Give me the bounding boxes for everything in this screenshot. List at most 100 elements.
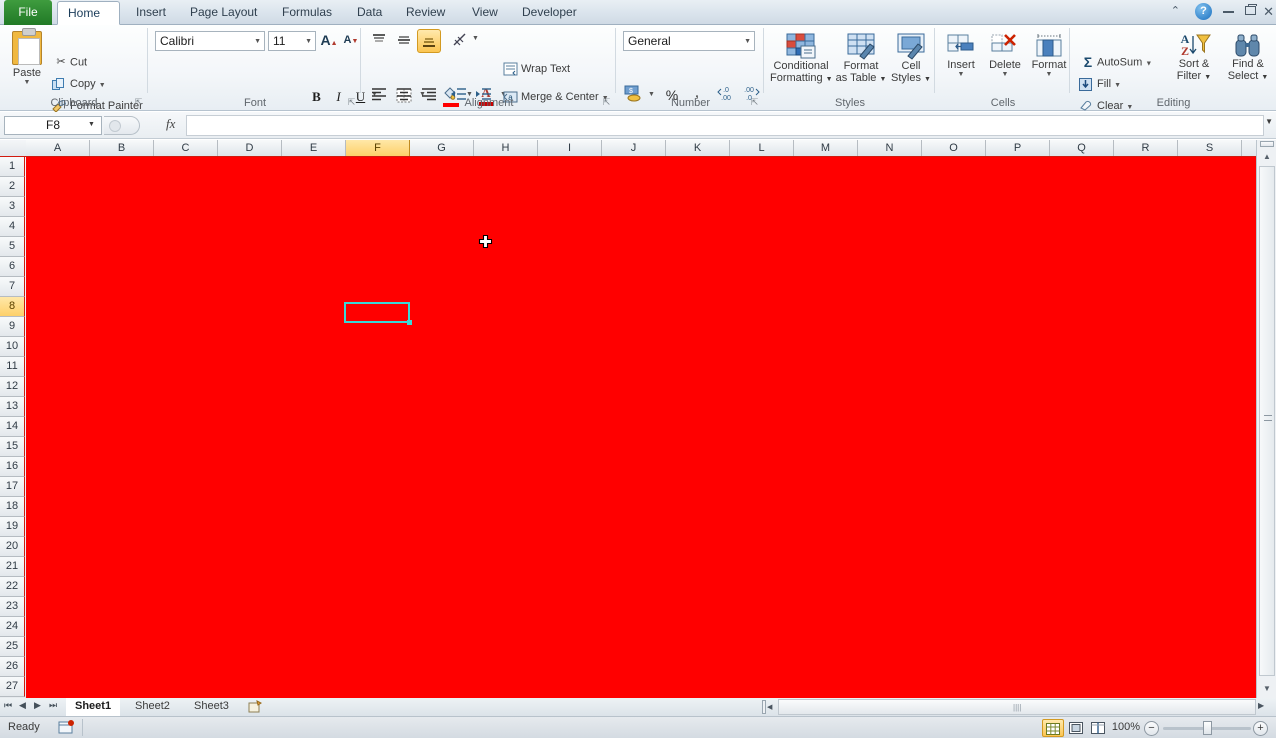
delete-dropdown-icon[interactable]: ▼ — [983, 71, 1027, 78]
row-header-26[interactable]: 26 — [0, 657, 25, 677]
row-header-7[interactable]: 7 — [0, 277, 25, 297]
row-header-6[interactable]: 6 — [0, 257, 25, 277]
row-header-20[interactable]: 20 — [0, 537, 25, 557]
sort-filter-button[interactable]: A Z Sort & Filter ▼ — [1167, 30, 1221, 102]
delete-cells-button[interactable]: Delete ▼ — [983, 30, 1027, 102]
row-header-5[interactable]: 5 — [0, 237, 25, 257]
col-header-r[interactable]: R — [1114, 140, 1178, 156]
horizontal-scroll-thumb[interactable]: |||| — [778, 699, 1256, 715]
row-header-13[interactable]: 13 — [0, 397, 25, 417]
insert-cells-button[interactable]: Insert ▼ — [940, 30, 982, 102]
tab-view[interactable]: View — [462, 1, 508, 25]
tab-formulas[interactable]: Formulas — [272, 1, 342, 25]
vertical-scrollbar[interactable]: ▲ ▼ — [1256, 140, 1276, 702]
help-icon[interactable]: ? — [1195, 3, 1212, 20]
next-sheet-icon[interactable]: ▶ — [34, 700, 41, 711]
paste-button[interactable]: Paste ▼ — [6, 29, 48, 103]
sheet-tab-sheet2[interactable]: Sheet2 — [126, 698, 179, 716]
tab-page-layout[interactable]: Page Layout — [180, 1, 267, 25]
zoom-out-button[interactable]: − — [1144, 721, 1159, 736]
autosum-button[interactable]: ΣAutoSum ▼ — [1079, 53, 1152, 72]
col-header-l[interactable]: L — [730, 140, 794, 156]
scroll-up-arrow[interactable]: ▲ — [1259, 150, 1275, 164]
grow-font-button[interactable]: A▲ — [319, 30, 339, 51]
format-dropdown-icon[interactable]: ▼ — [1028, 71, 1070, 78]
macro-record-icon[interactable] — [58, 720, 76, 735]
page-layout-view-button[interactable] — [1066, 719, 1086, 737]
row-header-8[interactable]: 8 — [0, 297, 25, 317]
insert-function-icon[interactable]: fx — [166, 116, 175, 132]
zoom-slider-thumb[interactable] — [1203, 721, 1212, 735]
font-size-input[interactable]: 11 ▼ — [268, 31, 316, 51]
sheet-tab-sheet3[interactable]: Sheet3 — [185, 698, 238, 716]
tab-developer[interactable]: Developer — [512, 1, 587, 25]
col-header-e[interactable]: E — [282, 140, 346, 156]
row-header-4[interactable]: 4 — [0, 217, 25, 237]
row-header-3[interactable]: 3 — [0, 197, 25, 217]
col-header-s[interactable]: S — [1178, 140, 1242, 156]
copy-button[interactable]: Copy ▼ — [52, 75, 106, 94]
worksheet-grid[interactable] — [26, 157, 1256, 702]
col-header-c[interactable]: C — [154, 140, 218, 156]
font-name-input[interactable]: Calibri ▼ — [155, 31, 265, 51]
row-header-10[interactable]: 10 — [0, 337, 25, 357]
row-header-27[interactable]: 27 — [0, 677, 25, 697]
col-header-o[interactable]: O — [922, 140, 986, 156]
paste-dropdown-icon[interactable]: ▼ — [6, 79, 48, 86]
page-break-preview-button[interactable] — [1088, 719, 1108, 737]
number-dialog-launcher[interactable]: ⇱ — [749, 97, 760, 108]
close-icon[interactable]: ✕ — [1263, 3, 1274, 20]
zoom-level[interactable]: 100% — [1106, 721, 1146, 733]
clipboard-dialog-launcher[interactable]: ⇱ — [133, 97, 144, 108]
fill-dropdown-icon[interactable]: ▼ — [1114, 82, 1121, 89]
alignment-dialog-launcher[interactable]: ⇱ — [601, 97, 612, 108]
tab-home[interactable]: Home — [57, 1, 120, 25]
fill-handle[interactable] — [407, 320, 412, 325]
number-format-dropdown-icon[interactable]: ▼ — [744, 32, 751, 51]
collapse-ribbon-icon[interactable]: ⌃ — [1171, 4, 1180, 17]
top-align-button[interactable] — [370, 31, 390, 51]
row-header-23[interactable]: 23 — [0, 597, 25, 617]
row-header-18[interactable]: 18 — [0, 497, 25, 517]
row-header-25[interactable]: 25 — [0, 637, 25, 657]
tab-insert[interactable]: Insert — [126, 1, 176, 25]
split-box-vertical[interactable] — [1260, 141, 1274, 147]
orientation-button[interactable] — [452, 31, 472, 51]
cell-styles-button[interactable]: Cell Styles ▼ — [889, 30, 933, 102]
row-header-1[interactable]: 1 — [0, 157, 25, 177]
cancel-icon[interactable] — [109, 120, 121, 132]
tab-split-handle[interactable]: ◀ — [760, 699, 774, 715]
col-header-i[interactable]: I — [538, 140, 602, 156]
col-header-a[interactable]: A — [26, 140, 90, 156]
row-header-21[interactable]: 21 — [0, 557, 25, 577]
zoom-in-button[interactable]: + — [1253, 721, 1268, 736]
tab-review[interactable]: Review — [396, 1, 455, 25]
copy-dropdown-icon[interactable]: ▼ — [99, 82, 106, 89]
shrink-font-button[interactable]: A▼ — [341, 30, 361, 51]
bottom-align-button-active[interactable] — [417, 29, 441, 53]
col-header-p[interactable]: P — [986, 140, 1050, 156]
orientation-dropdown-icon[interactable]: ▼ — [472, 35, 479, 42]
row-header-22[interactable]: 22 — [0, 577, 25, 597]
insert-worksheet-icon[interactable] — [248, 700, 264, 714]
cut-button[interactable]: ✂Cut — [52, 53, 87, 72]
col-header-m[interactable]: M — [794, 140, 858, 156]
col-header-q[interactable]: Q — [1050, 140, 1114, 156]
col-header-n[interactable]: N — [858, 140, 922, 156]
sheet-nav-buttons[interactable]: ⏮ ◀ ▶ ⏭ — [4, 700, 62, 714]
row-header-16[interactable]: 16 — [0, 457, 25, 477]
conditional-formatting-button[interactable]: Conditional Formatting ▼ — [770, 30, 832, 102]
middle-align-button[interactable] — [395, 31, 415, 51]
col-header-b[interactable]: B — [90, 140, 154, 156]
col-header-h[interactable]: H — [474, 140, 538, 156]
col-header-j[interactable]: J — [602, 140, 666, 156]
scroll-right-arrow[interactable]: ▶ — [1258, 701, 1264, 710]
row-header-19[interactable]: 19 — [0, 517, 25, 537]
formula-bar-expand-icon[interactable]: ▼ — [1265, 117, 1273, 126]
active-cell-selection[interactable] — [344, 302, 410, 323]
tab-data[interactable]: Data — [347, 1, 392, 25]
row-header-11[interactable]: 11 — [0, 357, 25, 377]
row-header-9[interactable]: 9 — [0, 317, 25, 337]
wrap-text-button[interactable]: Wrap Text — [503, 60, 570, 79]
row-header-15[interactable]: 15 — [0, 437, 25, 457]
